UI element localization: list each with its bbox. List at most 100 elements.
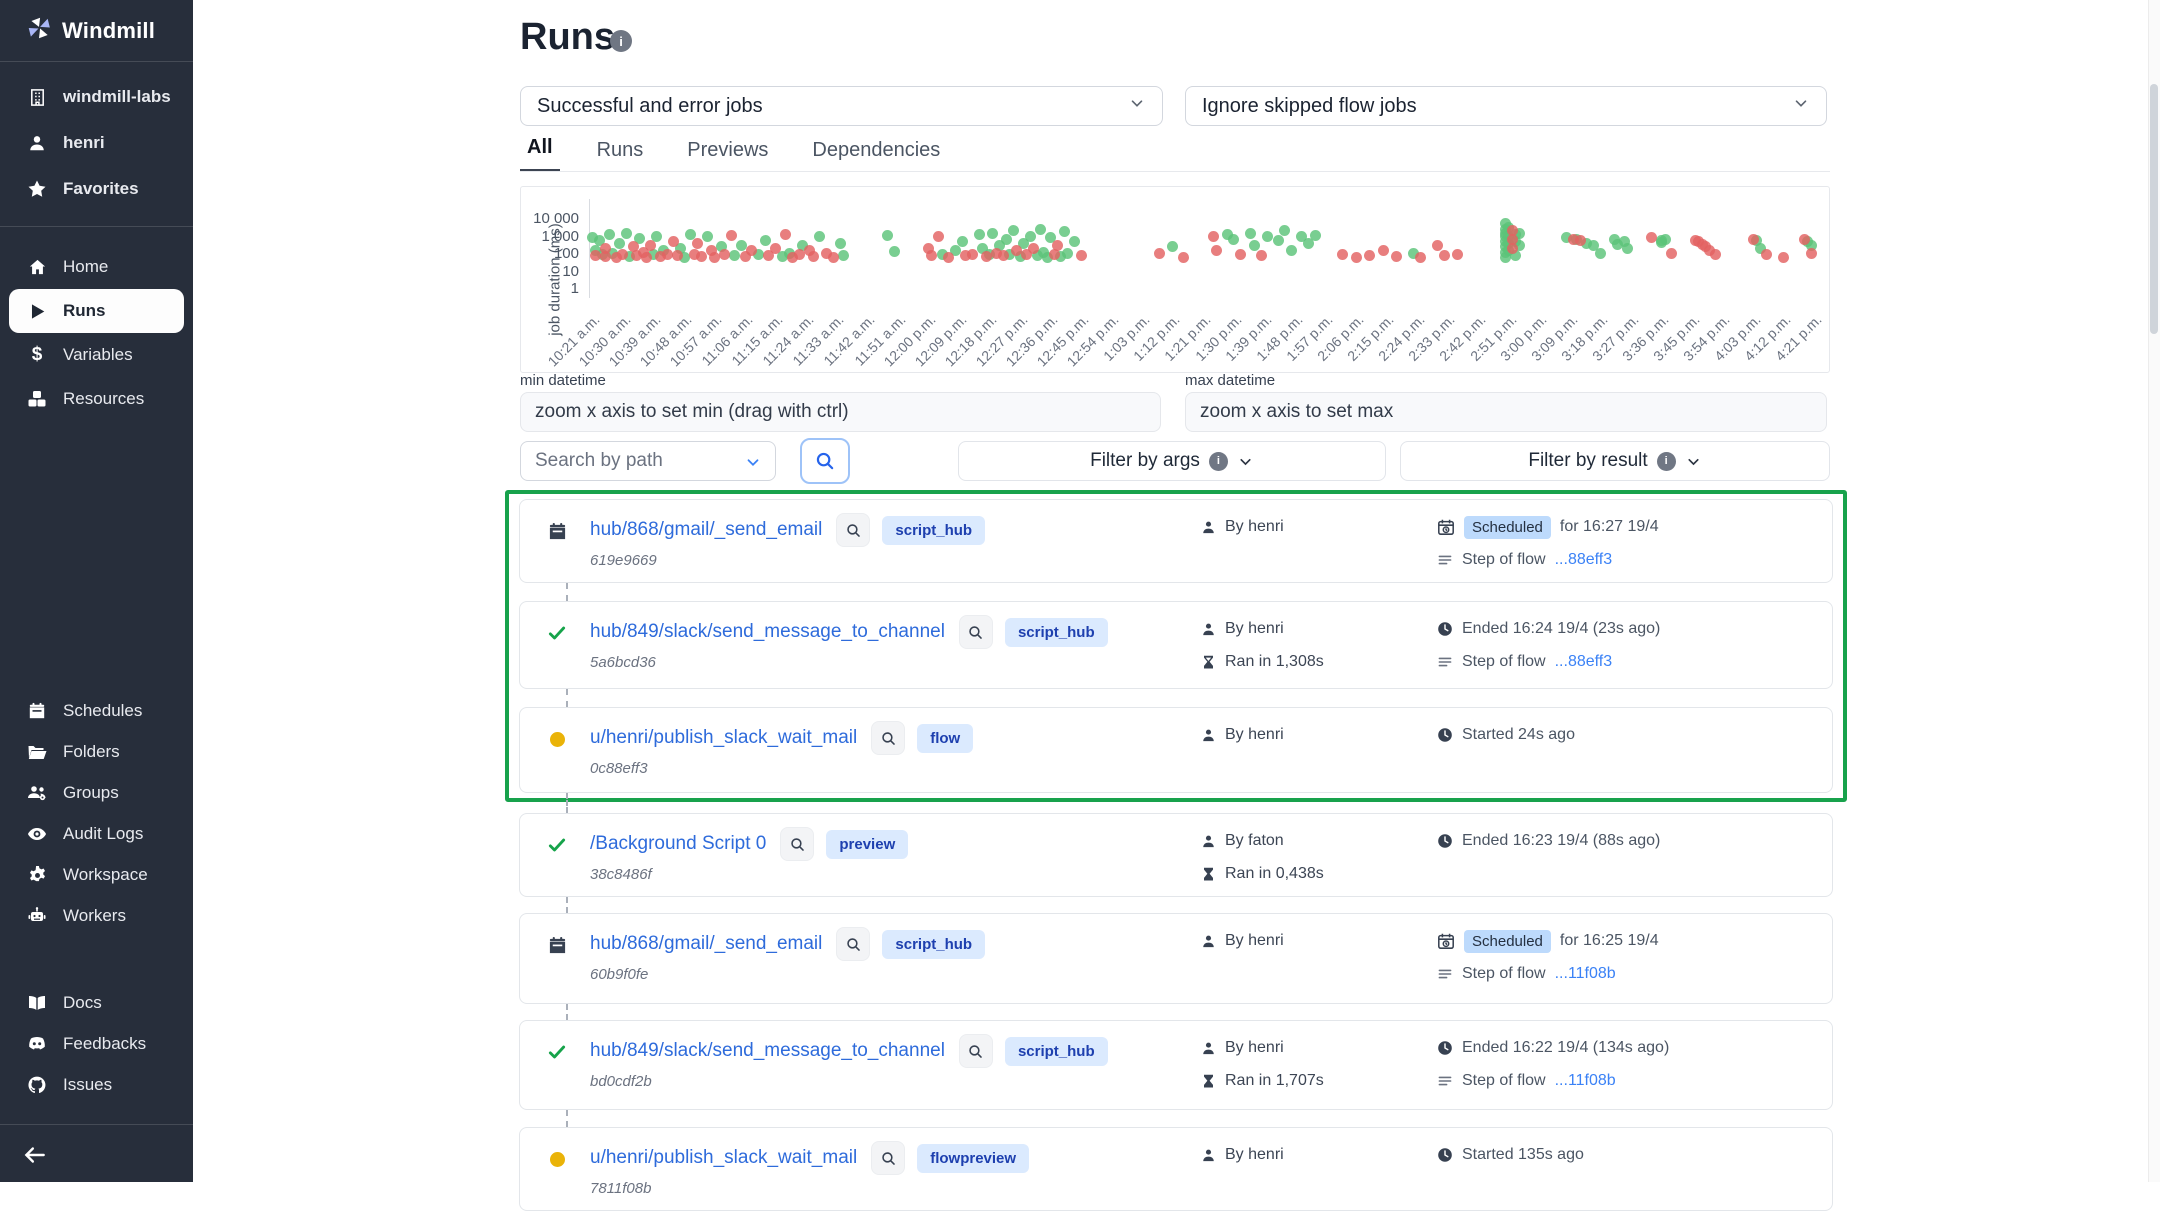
error-point[interactable]: [662, 249, 673, 260]
success-point[interactable]: [1622, 243, 1633, 254]
success-point[interactable]: [1660, 234, 1671, 245]
run-path-link[interactable]: hub/868/gmail/_send_email: [590, 519, 822, 541]
success-point[interactable]: [987, 228, 998, 239]
tab-previews[interactable]: Previews: [680, 139, 775, 172]
sidebar-item-groups[interactable]: Groups: [0, 772, 193, 813]
inspect-run-button[interactable]: [836, 513, 870, 547]
success-point[interactable]: [838, 250, 849, 261]
success-point[interactable]: [835, 238, 846, 249]
run-path-link[interactable]: u/henri/publish_slack_wait_mail: [590, 727, 857, 749]
error-point[interactable]: [981, 251, 992, 262]
error-point[interactable]: [933, 231, 944, 242]
success-point[interactable]: [1059, 226, 1070, 237]
success-point[interactable]: [1249, 240, 1260, 251]
inspect-run-button[interactable]: [959, 1034, 993, 1068]
run-row[interactable]: hub/868/gmail/_send_email script_hub 60b…: [519, 913, 1833, 1004]
user-menu[interactable]: henri: [0, 120, 193, 166]
error-point[interactable]: [1178, 252, 1189, 263]
run-row[interactable]: hub/849/slack/send_message_to_channel sc…: [519, 1020, 1833, 1110]
error-point[interactable]: [1575, 235, 1586, 246]
error-point[interactable]: [692, 238, 703, 249]
min-datetime-input[interactable]: [520, 392, 1161, 432]
error-point[interactable]: [1778, 252, 1789, 263]
flow-link[interactable]: ...88eff3: [1555, 653, 1613, 671]
sidebar-item-workspace[interactable]: Workspace: [0, 854, 193, 895]
sidebar-item-folders[interactable]: Folders: [0, 731, 193, 772]
inspect-run-button[interactable]: [780, 827, 814, 861]
success-point[interactable]: [882, 230, 893, 241]
error-point[interactable]: [1208, 231, 1219, 242]
success-point[interactable]: [974, 229, 985, 240]
flow-link[interactable]: ...11f08b: [1555, 1072, 1616, 1090]
success-point[interactable]: [1595, 248, 1606, 259]
success-point[interactable]: [702, 231, 713, 242]
error-point[interactable]: [726, 230, 737, 241]
success-point[interactable]: [1273, 235, 1284, 246]
error-point[interactable]: [1666, 248, 1677, 259]
error-point[interactable]: [1806, 248, 1817, 259]
scrollbar-thumb[interactable]: [2150, 84, 2158, 334]
tab-all[interactable]: All: [520, 136, 560, 172]
success-point[interactable]: [814, 231, 825, 242]
success-point[interactable]: [760, 235, 771, 246]
success-point[interactable]: [604, 229, 615, 240]
success-point[interactable]: [1279, 225, 1290, 236]
tab-dependencies[interactable]: Dependencies: [805, 139, 947, 172]
error-point[interactable]: [1452, 249, 1463, 260]
error-point[interactable]: [1439, 250, 1450, 261]
error-point[interactable]: [926, 250, 937, 261]
success-point[interactable]: [1008, 225, 1019, 236]
error-point[interactable]: [719, 249, 730, 260]
error-point[interactable]: [1235, 249, 1246, 260]
error-point[interactable]: [943, 252, 954, 263]
tab-runs[interactable]: Runs: [590, 139, 651, 172]
error-point[interactable]: [1710, 249, 1721, 260]
job-status-select[interactable]: Successful and error jobs: [520, 86, 1163, 126]
error-point[interactable]: [1052, 240, 1063, 251]
run-row[interactable]: hub/868/gmail/_send_email script_hub 619…: [519, 499, 1833, 583]
run-path-link[interactable]: hub/849/slack/send_message_to_channel: [590, 1040, 945, 1062]
success-point[interactable]: [1262, 231, 1273, 242]
app-logo[interactable]: Windmill: [0, 0, 193, 61]
error-point[interactable]: [1211, 245, 1222, 256]
sidebar-item-home[interactable]: Home: [0, 245, 193, 289]
info-icon[interactable]: i: [610, 30, 632, 52]
error-point[interactable]: [1748, 234, 1759, 245]
error-point[interactable]: [696, 251, 707, 262]
sidebar-item-audit-logs[interactable]: Audit Logs: [0, 813, 193, 854]
flow-link[interactable]: ...88eff3: [1555, 551, 1613, 569]
inspect-run-button[interactable]: [959, 615, 993, 649]
chevron-down-icon[interactable]: [744, 453, 762, 476]
error-point[interactable]: [808, 251, 819, 262]
sidebar-item-issues[interactable]: Issues: [0, 1064, 193, 1105]
success-point[interactable]: [1167, 241, 1178, 252]
error-point[interactable]: [672, 250, 683, 261]
error-point[interactable]: [1351, 252, 1362, 263]
success-point[interactable]: [1286, 245, 1297, 256]
sidebar-item-resources[interactable]: Resources: [0, 377, 193, 421]
success-point[interactable]: [1069, 236, 1080, 247]
run-path-link[interactable]: /Background Script 0: [590, 833, 766, 855]
sidebar-item-feedbacks[interactable]: Feedbacks: [0, 1023, 193, 1064]
success-point[interactable]: [729, 250, 740, 261]
error-point[interactable]: [828, 252, 839, 263]
error-point[interactable]: [641, 252, 652, 263]
job-duration-chart[interactable]: job duration (ms) 10 0001 00010010110:21…: [520, 186, 1830, 373]
error-point[interactable]: [1256, 250, 1267, 261]
sidebar-item-runs[interactable]: Runs: [9, 289, 184, 333]
collapse-sidebar-button[interactable]: [22, 1142, 48, 1173]
run-row[interactable]: u/henri/publish_slack_wait_mail flow 0c8…: [519, 707, 1833, 793]
workspace-selector[interactable]: windmill-labs: [0, 74, 193, 120]
inspect-run-button[interactable]: [871, 1141, 905, 1175]
filter-by-args-button[interactable]: Filter by args i: [958, 441, 1386, 481]
success-point[interactable]: [614, 238, 625, 249]
success-point[interactable]: [621, 228, 632, 239]
error-point[interactable]: [1364, 250, 1375, 261]
success-point[interactable]: [1228, 234, 1239, 245]
run-path-link[interactable]: u/henri/publish_slack_wait_mail: [590, 1147, 857, 1169]
filter-by-result-button[interactable]: Filter by result i: [1400, 441, 1830, 481]
success-point[interactable]: [957, 236, 968, 247]
max-datetime-input[interactable]: [1185, 392, 1827, 432]
success-point[interactable]: [889, 246, 900, 257]
error-point[interactable]: [1337, 249, 1348, 260]
